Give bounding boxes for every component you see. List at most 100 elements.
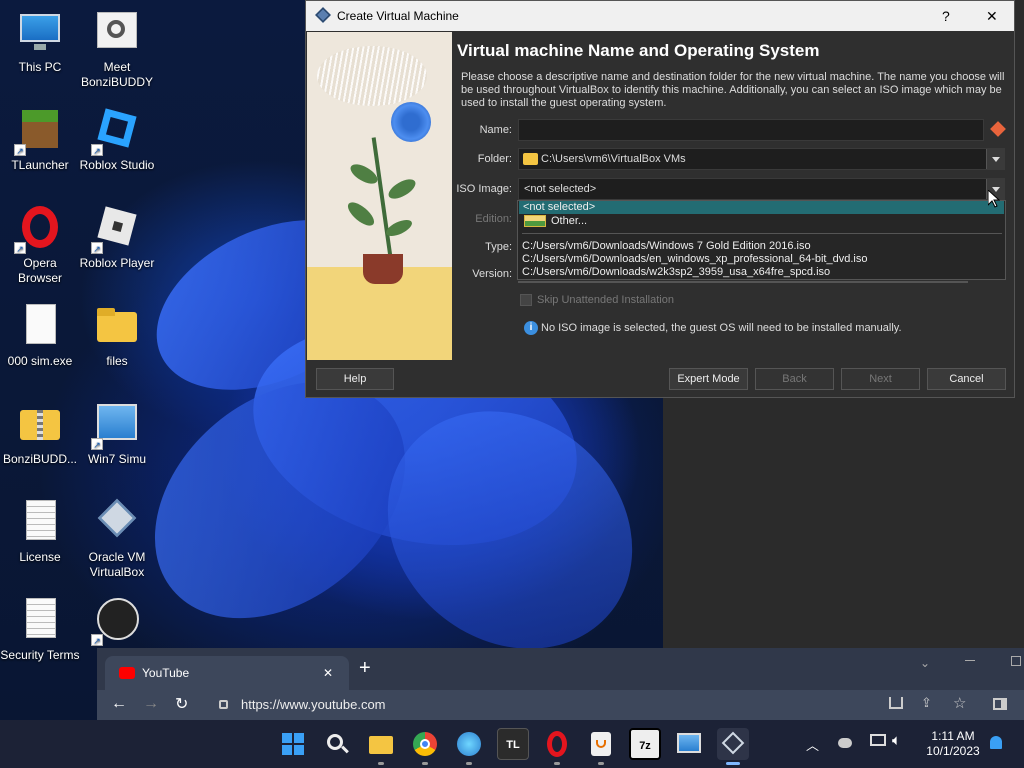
7zip-icon[interactable]: 7z [629, 728, 661, 760]
tlauncher-icon[interactable]: TL [497, 728, 529, 760]
java-icon[interactable] [585, 728, 617, 765]
monitor-icon [16, 8, 64, 56]
desktop-icon-bonzibuddy[interactable]: Meet BonziBUDDY [77, 8, 157, 90]
forward-arrow-icon[interactable]: → [143, 695, 159, 713]
chrome-icon[interactable] [409, 728, 441, 765]
virtualbox-icon [93, 498, 141, 546]
iso-option-winxp[interactable]: C:/Users/vm6/Downloads/en_windows_xp_pro… [522, 253, 867, 266]
desktop-icon-this-pc[interactable]: This PC [0, 8, 80, 75]
help-icon[interactable]: ? [942, 1, 950, 31]
control-panel-icon[interactable] [673, 728, 705, 760]
cancel-button[interactable]: Cancel [927, 368, 1006, 390]
close-icon[interactable]: ✕ [986, 1, 998, 31]
desktop-icon-label: TLauncher [11, 158, 69, 172]
desktop-icon-label: Meet BonziBUDDY [80, 60, 154, 89]
wizard-description: Please choose a descriptive name and des… [461, 71, 1005, 109]
create-vm-dialog: Create Virtual Machine ? ✕ Virtual machi… [305, 0, 1015, 398]
tab-close-icon[interactable]: ✕ [323, 656, 333, 690]
side-panel-icon[interactable] [993, 698, 1007, 710]
version-label: Version: [472, 268, 512, 280]
desktop-icon-label: Security Terms [0, 648, 80, 662]
new-tab-button[interactable]: + [359, 658, 371, 678]
iso-option-other[interactable]: Other... [519, 214, 1004, 228]
minimize-icon[interactable] [965, 660, 975, 661]
start-icon[interactable] [277, 728, 309, 760]
desktop-icon-security-terms[interactable]: Security Terms [0, 596, 80, 663]
info-icon: i [524, 321, 538, 335]
text-file-icon [16, 596, 64, 644]
dialog-titlebar[interactable]: Create Virtual Machine ? ✕ [306, 1, 1014, 31]
desktop-icon-tlauncher[interactable]: ↗ TLauncher [0, 106, 80, 173]
desktop-icon-label: License [19, 550, 61, 564]
iso-option-w2k3[interactable]: C:/Users/vm6/Downloads/w2k3sp2_3959_usa_… [522, 266, 830, 279]
iso-select[interactable]: <not selected> [518, 178, 1005, 200]
desktop-icon-roblox-player[interactable]: ↗ Roblox Player [77, 204, 157, 271]
desktop-icon-opera[interactable]: ↗ Opera Browser [0, 204, 80, 286]
shortcut-arrow-icon: ↗ [91, 438, 103, 450]
opera-icon[interactable] [541, 728, 573, 765]
settings-file-icon [93, 8, 141, 56]
virtualbox-manager-edge [1015, 0, 1024, 400]
file-explorer-icon[interactable] [365, 728, 397, 765]
mouse-cursor-icon [988, 190, 1000, 208]
search-icon[interactable] [321, 728, 353, 760]
chevron-down-icon[interactable] [986, 149, 1004, 169]
iso-dropdown-list: <not selected> Other... C:/Users/vm6/Dow… [517, 200, 1006, 280]
star-icon[interactable]: ☆ [953, 694, 966, 712]
virtualbox-manager-window [663, 398, 1024, 648]
folder-select[interactable]: C:\Users\vm6\VirtualBox VMs [518, 148, 1005, 170]
desktop-icon-win7-simu[interactable]: ↗ Win7 Simu [77, 400, 157, 467]
back-arrow-icon[interactable]: ← [111, 695, 127, 713]
folder-value: C:\Users\vm6\VirtualBox VMs [541, 153, 686, 165]
network-icon[interactable] [870, 734, 886, 746]
iso-option-not-selected[interactable]: <not selected> [519, 201, 1004, 214]
name-field[interactable] [518, 119, 984, 141]
next-button[interactable]: Next [841, 368, 920, 390]
desktop-icon-000-sim[interactable]: 000 sim.exe [0, 302, 80, 369]
skip-unattended-label: Skip Unattended Installation [537, 294, 674, 306]
wizard-illustration [307, 32, 452, 360]
volume-icon[interactable]: 🔈︎ [892, 732, 901, 749]
folder-icon [523, 153, 538, 165]
desktop-icon-virtualbox[interactable]: Oracle VM VirtualBox [77, 498, 157, 580]
desktop-icon-label: files [106, 354, 128, 368]
desktop-icon-files[interactable]: files [77, 302, 157, 369]
image-file-icon [524, 215, 546, 227]
help-button[interactable]: Help [316, 368, 394, 390]
dialog-title: Create Virtual Machine [337, 9, 459, 23]
maximize-icon[interactable] [1011, 656, 1021, 666]
install-icon[interactable] [889, 697, 903, 709]
iso-option-win7[interactable]: C:/Users/vm6/Downloads/Windows 7 Gold Ed… [522, 240, 811, 253]
zip-folder-icon [16, 400, 64, 448]
onedrive-icon[interactable] [838, 738, 852, 748]
folder-icon [93, 302, 141, 350]
tab-youtube[interactable]: YouTube ✕ [105, 656, 349, 690]
chevron-up-icon[interactable]: ︿ [806, 735, 819, 754]
taskbar: TL 7z ︿ 🔈︎ 1:11 AM 10/1/2023 [0, 720, 1024, 768]
text-file-icon [16, 498, 64, 546]
shortcut-arrow-icon: ↗ [14, 144, 26, 156]
desktop-icon-roblox-studio[interactable]: ↗ Roblox Studio [77, 106, 157, 173]
photos-icon[interactable] [453, 728, 485, 765]
share-icon[interactable]: ⇪ [921, 695, 932, 711]
shortcut-arrow-icon: ↗ [91, 634, 103, 646]
chevron-down-icon[interactable]: ⌄ [920, 656, 930, 670]
browser-toolbar: ← → ↻ https://www.youtube.com ⇪ ☆ [97, 690, 1024, 720]
clock[interactable]: 1:11 AM 10/1/2023 [918, 729, 988, 759]
desktop-icon-label: Win7 Simu [87, 452, 146, 466]
expert-mode-button[interactable]: Expert Mode [669, 368, 748, 390]
edition-label: Edition: [475, 213, 512, 225]
address-bar[interactable]: https://www.youtube.com [241, 697, 386, 712]
back-button[interactable]: Back [755, 368, 834, 390]
version-select-edge [518, 281, 968, 283]
notification-bell-icon[interactable] [990, 736, 1002, 749]
reload-icon[interactable]: ↻ [175, 694, 188, 714]
desktop-icon-license[interactable]: License [0, 498, 80, 565]
win7-window-icon: ↗ [91, 400, 141, 450]
blank-file-icon [16, 302, 64, 350]
skip-unattended-checkbox[interactable] [520, 294, 532, 306]
desktop-icon-bonzibuddy-zip[interactable]: BonziBUDD... [0, 400, 80, 467]
warning-icon [990, 121, 1006, 137]
virtualbox-icon[interactable] [717, 728, 749, 765]
desktop-icon-label: Roblox Studio [79, 158, 155, 172]
